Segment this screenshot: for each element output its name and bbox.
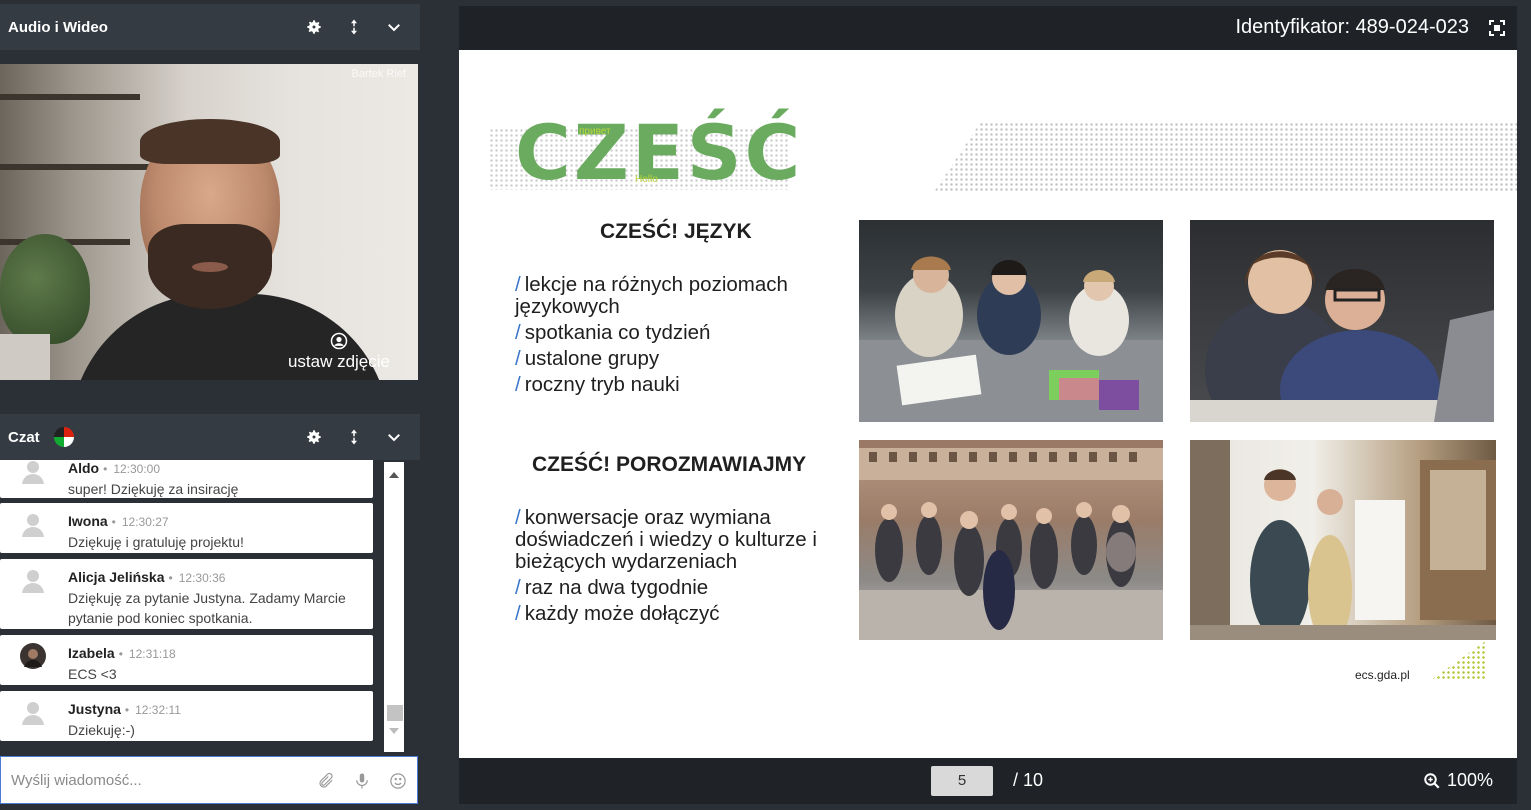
- emoji-smiley-icon[interactable]: [389, 772, 407, 790]
- chat-message: Justyna • 12:32:11 Dziekuję:-): [0, 691, 373, 741]
- bullet-item: / ustalone grupy: [515, 347, 660, 370]
- collapse-chevron-icon[interactable]: [384, 427, 404, 447]
- message-author: Alicja Jelińska: [68, 569, 165, 585]
- logo-small-text: Hello: [635, 174, 658, 185]
- page-total: / 10: [1013, 770, 1044, 790]
- presentation-slide: CZEŚĆ привет Hello CZEŚĆ! JĘZYK / lekcje …: [459, 50, 1517, 758]
- set-photo-button[interactable]: ustaw zdjęcie: [288, 332, 390, 372]
- footer-url: ecs.gda.pl: [1355, 668, 1410, 682]
- photo-classroom: [859, 220, 1163, 422]
- settings-gear-icon[interactable]: [304, 427, 324, 447]
- message-text: ECS <3: [68, 666, 117, 682]
- footer-dot-pattern: [1431, 640, 1487, 680]
- chat-controls: [304, 414, 404, 460]
- chat-header: Czat: [0, 414, 420, 460]
- resize-handle-icon[interactable]: [344, 17, 364, 37]
- chat-message: Alicja Jelińska • 12:30:36 Dziękuję za pyt…: [0, 559, 373, 629]
- scroll-thumb[interactable]: [387, 705, 403, 721]
- background-pot: [0, 334, 50, 380]
- left-column: Audio i Wideo Bartek Rief ustaw zdjęcie: [0, 0, 420, 810]
- default-avatar-icon: [22, 570, 44, 593]
- logo-small-text: привет: [579, 126, 611, 137]
- message-author: Izabela: [68, 645, 115, 661]
- participant-mouth: [192, 262, 228, 272]
- chat-input-icons: [317, 757, 407, 805]
- user-circle-icon: [330, 332, 348, 350]
- section-title: CZEŚĆ! POROZMAWIAJMY: [532, 453, 807, 476]
- section-title: CZEŚĆ! JĘZYK: [600, 220, 752, 243]
- slide-logo: CZEŚĆ: [515, 108, 804, 197]
- microphone-icon[interactable]: [353, 772, 371, 790]
- chat-title: Czat: [8, 428, 40, 446]
- page-number-input[interactable]: 5: [931, 766, 993, 796]
- collapse-chevron-icon[interactable]: [384, 17, 404, 37]
- bullet-item: / lekcje na różnych poziomach językowych: [515, 273, 788, 318]
- participant-name: Bartek Rief: [351, 68, 406, 80]
- chat-message-input[interactable]: [11, 771, 291, 789]
- message-time: 12:30:36: [178, 571, 226, 585]
- scroll-up-arrow-icon[interactable]: [389, 472, 399, 478]
- bullet-item: / każdy może dołączyć: [515, 602, 720, 625]
- zoom-magnifier-icon: [1424, 772, 1440, 789]
- presentation-top-bar: Identyfikator: 489-024-023: [459, 6, 1517, 50]
- presentation-bottom-bar: 5 / 10 100%: [459, 758, 1517, 804]
- message-time: 12:30:00: [113, 462, 161, 476]
- presentation-identifier: Identyfikator: 489-024-023: [1235, 16, 1470, 38]
- attachment-paperclip-icon[interactable]: [317, 772, 335, 790]
- chat-message: Aldo • 12:30:00 super! Dziękuję za insirac…: [0, 460, 373, 498]
- settings-gear-icon[interactable]: [304, 17, 324, 37]
- bullet-item: / spotkania co tydzień: [515, 321, 711, 344]
- bullet-item: / roczny tryb nauki: [515, 373, 680, 396]
- message-time: 12:32:11: [135, 703, 181, 717]
- scroll-down-arrow-icon[interactable]: [389, 728, 399, 734]
- background-shelf: [0, 94, 140, 100]
- resize-handle-icon[interactable]: [344, 427, 364, 447]
- photo-city-square-art: [859, 440, 1163, 640]
- audio-video-controls: [304, 4, 404, 50]
- photo-classroom-art: [859, 256, 1163, 422]
- zoom-control[interactable]: 100%: [1423, 770, 1493, 791]
- message-text: Dziękuję za pytanie Justyna. Zadamy Marc…: [68, 590, 346, 626]
- default-avatar-icon: [22, 702, 44, 725]
- message-time: 12:31:18: [128, 647, 176, 661]
- chat-message-list[interactable]: Aldo • 12:30:00 super! Dziękuję za insirac…: [0, 460, 402, 752]
- photo-students-art: [1190, 250, 1494, 422]
- set-photo-label: ustaw zdjęcie: [287, 352, 390, 371]
- language-flag-icon[interactable]: [53, 427, 74, 447]
- background-plant: [0, 234, 90, 344]
- bullet-item: / raz na dwa tygodnie: [515, 576, 709, 599]
- message-author: Justyna: [68, 701, 121, 717]
- message-time: 12:30:27: [121, 515, 169, 529]
- background-shelf: [0, 164, 150, 170]
- default-avatar-icon: [22, 514, 44, 537]
- audio-video-header: Audio i Wideo: [0, 4, 420, 50]
- fullscreen-icon[interactable]: [1489, 20, 1505, 36]
- participant-hair: [140, 119, 280, 164]
- message-text: super! Dziękuję za insirację: [68, 481, 239, 497]
- chat-message: Izabela • 12:31:18 ECS <3: [0, 635, 373, 685]
- message-text: Dziękuję i gratuluję projektu!: [68, 534, 244, 550]
- bullet-item: / konwersacje oraz wymiana doświadczeń i …: [515, 506, 817, 573]
- user-photo-avatar: [20, 643, 46, 669]
- section-bullets: / konwersacje oraz wymiana doświadczeń i …: [515, 507, 845, 629]
- photo-workshop-art: [1190, 440, 1496, 640]
- decorative-dot-band: [934, 122, 1517, 192]
- chat-input-bar: [0, 756, 418, 804]
- section-bullets: / lekcje na różnych poziomach językowych …: [515, 274, 835, 400]
- message-author: Iwona: [68, 513, 108, 529]
- chat-message: Iwona • 12:30:27 Dziękuję i gratuluję proj…: [0, 503, 373, 553]
- photo-students: [1190, 220, 1494, 422]
- photo-workshop: [1190, 440, 1496, 640]
- chat-scrollbar[interactable]: [384, 462, 404, 752]
- photo-city-square: [859, 440, 1163, 640]
- audio-video-title: Audio i Wideo: [8, 18, 108, 36]
- message-text: Dziekuję:-): [68, 722, 135, 738]
- zoom-level: 100%: [1446, 770, 1493, 790]
- video-feed: Bartek Rief ustaw zdjęcie: [0, 64, 418, 380]
- message-author: Aldo: [68, 460, 100, 476]
- default-avatar-icon: [22, 461, 44, 484]
